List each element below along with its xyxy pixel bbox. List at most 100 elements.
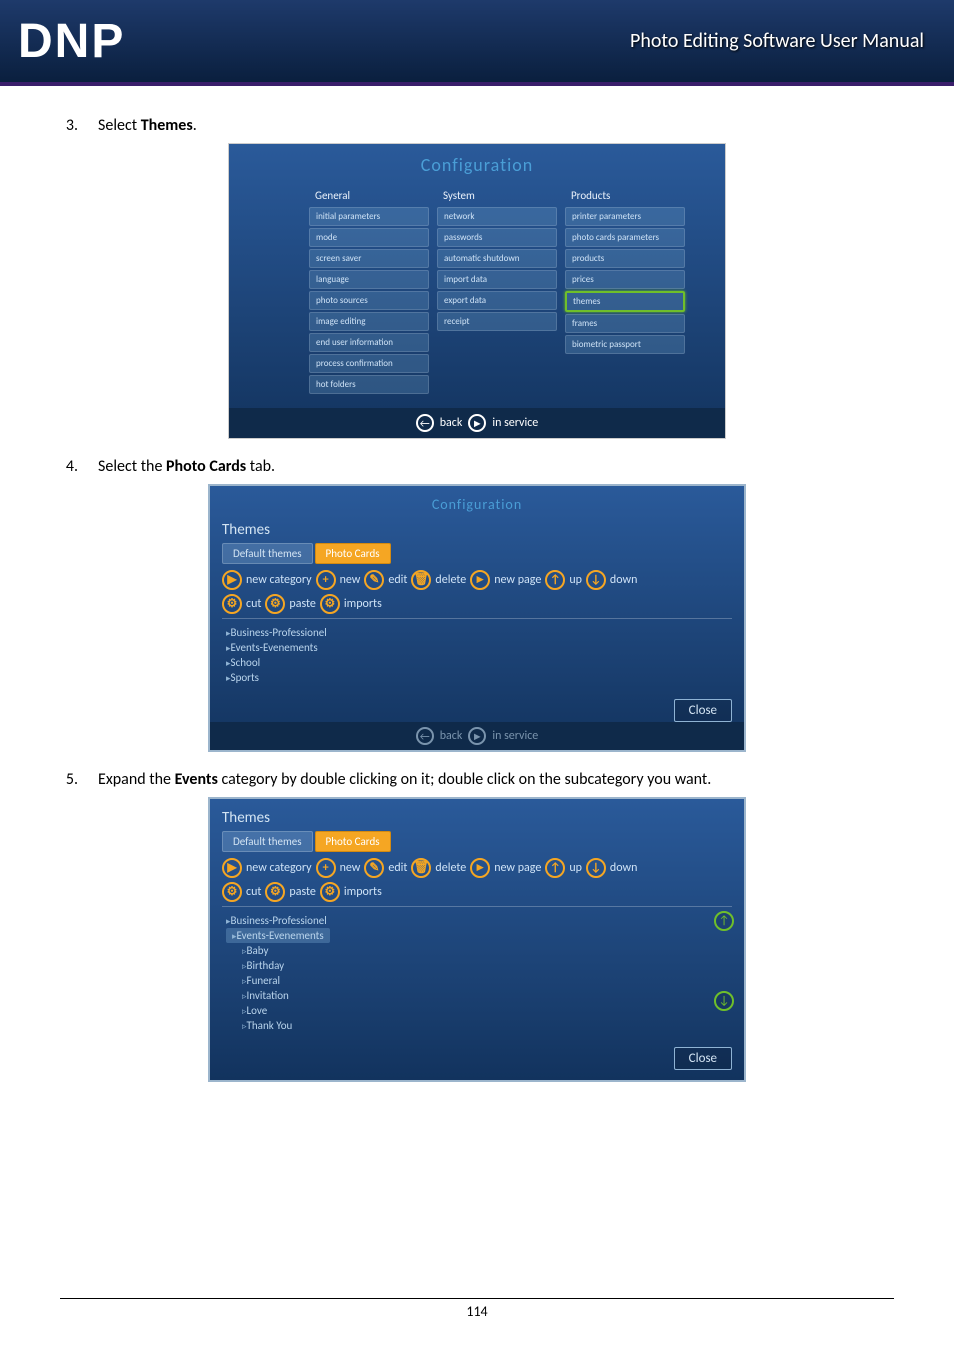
cat-sports[interactable]: Sports <box>226 670 732 685</box>
config-item-process-confirmation[interactable]: process confirmation <box>309 354 429 373</box>
up-label[interactable]: up <box>569 861 582 875</box>
gear-icon[interactable]: ⚙ <box>222 594 242 614</box>
themes-config-title: Configuration <box>222 496 732 513</box>
config-item-mode[interactable]: mode <box>309 228 429 247</box>
pencil-icon[interactable]: ✎ <box>364 858 384 878</box>
category-list-expanded: Business-Professionel Events-Evenements … <box>222 911 732 1043</box>
config-item-export-data[interactable]: export data <box>437 291 557 310</box>
tab-default-themes[interactable]: Default themes <box>222 831 313 852</box>
subcategory-list: Baby Birthday Funeral Invitation Love Th… <box>226 943 732 1033</box>
cat-events-selected[interactable]: Events-Evenements <box>226 928 330 943</box>
cat-events[interactable]: Events-Evenements <box>226 640 732 655</box>
edit-label[interactable]: edit <box>388 861 407 875</box>
config-item-initial-parameters[interactable]: initial parameters <box>309 207 429 226</box>
back-icon[interactable]: ← <box>416 414 434 432</box>
config-column-system: System network passwords automatic shutd… <box>437 186 557 394</box>
config-item-automatic-shutdown[interactable]: automatic shutdown <box>437 249 557 268</box>
themes-toolbar-row1: ▶ new category + new ✎ edit 🗑 delete ► new pa… <box>222 858 732 878</box>
down-label[interactable]: down <box>610 573 637 587</box>
divider <box>222 906 732 907</box>
gear-icon[interactable]: ⚙ <box>320 882 340 902</box>
back-label[interactable]: back <box>440 729 463 743</box>
config-item-photo-cards-parameters[interactable]: photo cards parameters <box>565 228 685 247</box>
new-category-label[interactable]: new category <box>246 573 312 587</box>
config-item-themes[interactable]: themes <box>565 291 685 312</box>
play-icon[interactable]: ► <box>468 727 486 745</box>
tag-icon[interactable]: ▶ <box>222 858 242 878</box>
config-item-frames[interactable]: frames <box>565 314 685 333</box>
config-item-printer-parameters[interactable]: printer parameters <box>565 207 685 226</box>
arrow-up-icon[interactable]: ↑ <box>545 570 565 590</box>
play-icon[interactable]: ► <box>470 570 490 590</box>
config-item-receipt[interactable]: receipt <box>437 312 557 331</box>
close-button[interactable]: Close <box>674 1047 732 1070</box>
new-label[interactable]: new <box>340 573 361 587</box>
scroll-down-icon[interactable]: ↓ <box>714 991 734 1011</box>
plus-icon[interactable]: + <box>316 858 336 878</box>
config-item-language[interactable]: language <box>309 270 429 289</box>
config-item-image-editing[interactable]: image editing <box>309 312 429 331</box>
config-item-end-user-information[interactable]: end user information <box>309 333 429 352</box>
subcat-invitation[interactable]: Invitation <box>242 988 732 1003</box>
subcat-love[interactable]: Love <box>242 1003 732 1018</box>
imports-label[interactable]: imports <box>344 597 382 611</box>
paste-label[interactable]: paste <box>289 597 315 611</box>
cut-label[interactable]: cut <box>246 885 261 899</box>
paste-label[interactable]: paste <box>289 885 315 899</box>
gear-icon[interactable]: ⚙ <box>265 882 285 902</box>
config-item-screen-saver[interactable]: screen saver <box>309 249 429 268</box>
themes-heading: Themes <box>222 521 732 539</box>
down-label[interactable]: down <box>610 861 637 875</box>
delete-label[interactable]: delete <box>435 861 466 875</box>
imports-label[interactable]: imports <box>344 885 382 899</box>
arrow-down-icon[interactable]: ↓ <box>586 858 606 878</box>
new-label[interactable]: new <box>340 861 361 875</box>
trash-icon[interactable]: 🗑 <box>411 570 431 590</box>
new-page-label[interactable]: new page <box>494 573 541 587</box>
cut-label[interactable]: cut <box>246 597 261 611</box>
cat-business[interactable]: Business-Professionel <box>226 625 732 640</box>
subcat-birthday[interactable]: Birthday <box>242 958 732 973</box>
subcat-funeral[interactable]: Funeral <box>242 973 732 988</box>
config-item-photo-sources[interactable]: photo sources <box>309 291 429 310</box>
gear-icon[interactable]: ⚙ <box>222 882 242 902</box>
config-item-import-data[interactable]: import data <box>437 270 557 289</box>
config-item-passwords[interactable]: passwords <box>437 228 557 247</box>
config-item-hot-folders[interactable]: hot folders <box>309 375 429 394</box>
config-item-biometric-passport[interactable]: biometric passport <box>565 335 685 354</box>
subcat-baby[interactable]: Baby <box>242 943 732 958</box>
in-service-label[interactable]: in service <box>492 416 538 430</box>
new-category-label[interactable]: new category <box>246 861 312 875</box>
arrow-up-icon[interactable]: ↑ <box>545 858 565 878</box>
close-button[interactable]: Close <box>674 699 732 722</box>
cat-business[interactable]: Business-Professionel <box>226 913 732 928</box>
subcat-thank-you[interactable]: Thank You <box>242 1018 732 1033</box>
play-icon[interactable]: ► <box>468 414 486 432</box>
up-label[interactable]: up <box>569 573 582 587</box>
text-fragment: Select <box>98 116 141 135</box>
trash-icon[interactable]: 🗑 <box>411 858 431 878</box>
tab-default-themes[interactable]: Default themes <box>222 543 313 564</box>
pencil-icon[interactable]: ✎ <box>364 570 384 590</box>
gear-icon[interactable]: ⚙ <box>265 594 285 614</box>
config-item-products[interactable]: products <box>565 249 685 268</box>
back-label[interactable]: back <box>440 416 463 430</box>
text-fragment: tab. <box>246 457 275 476</box>
in-service-label[interactable]: in service <box>492 729 538 743</box>
back-icon[interactable]: ← <box>416 727 434 745</box>
delete-label[interactable]: delete <box>435 573 466 587</box>
cat-school[interactable]: School <box>226 655 732 670</box>
tab-photo-cards[interactable]: Photo Cards <box>315 831 391 852</box>
scroll-up-icon[interactable]: ↑ <box>714 911 734 931</box>
arrow-down-icon[interactable]: ↓ <box>586 570 606 590</box>
edit-label[interactable]: edit <box>388 573 407 587</box>
gear-icon[interactable]: ⚙ <box>320 594 340 614</box>
new-page-label[interactable]: new page <box>494 861 541 875</box>
config-item-network[interactable]: network <box>437 207 557 226</box>
plus-icon[interactable]: + <box>316 570 336 590</box>
tab-photo-cards[interactable]: Photo Cards <box>315 543 391 564</box>
config-item-prices[interactable]: prices <box>565 270 685 289</box>
play-icon[interactable]: ► <box>470 858 490 878</box>
step-5-number: 5. <box>60 770 78 789</box>
tag-icon[interactable]: ▶ <box>222 570 242 590</box>
